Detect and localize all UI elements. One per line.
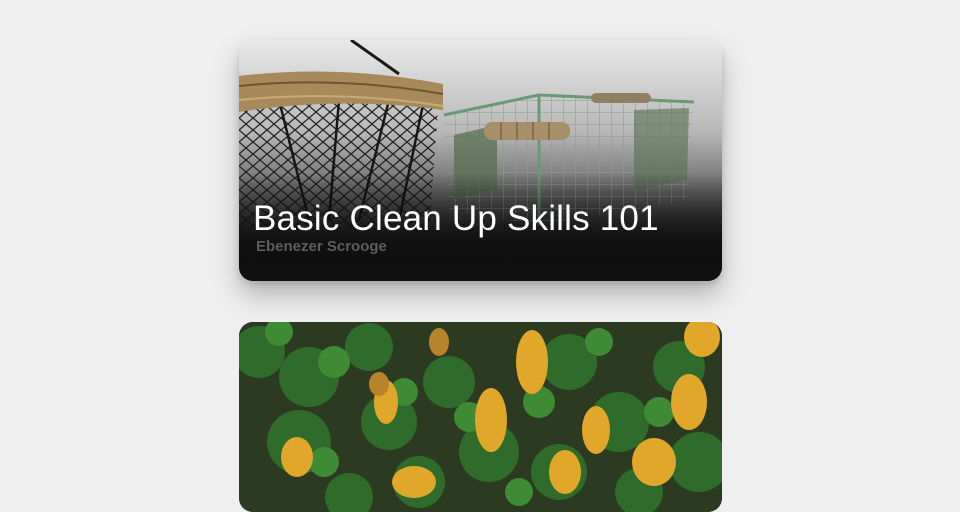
aerial-forest-image	[239, 322, 722, 512]
course-author: Ebenezer Scrooge	[256, 238, 387, 255]
course-card[interactable]	[239, 322, 722, 512]
course-title: Basic Clean Up Skills 101	[253, 199, 659, 238]
course-card[interactable]: Basic Clean Up Skills 101 Ebenezer Scroo…	[239, 40, 722, 281]
